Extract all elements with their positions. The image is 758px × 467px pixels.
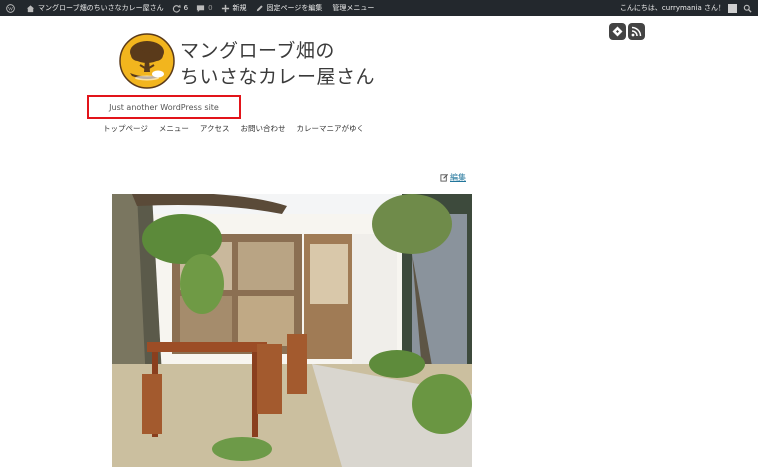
edit-page-menu[interactable]: 固定ページを編集	[255, 0, 323, 16]
tagline: Just another WordPress site	[87, 95, 241, 119]
updates-icon	[172, 4, 181, 13]
new-label: 新規	[232, 4, 247, 12]
new-content-menu[interactable]: 新規	[221, 0, 247, 16]
avatar[interactable]	[728, 3, 737, 13]
nav-item-blog[interactable]: カレーマニアがゆく	[296, 123, 364, 134]
site-title-line2: ちいさなカレー屋さん	[180, 66, 376, 88]
pencil-icon	[256, 4, 263, 11]
tagline-text: Just another WordPress site	[109, 102, 219, 112]
admin-bar-site-name: マングローブ畑のちいさなカレー屋さん	[38, 4, 164, 12]
nav-item-menu[interactable]: メニュー	[159, 123, 189, 134]
logo-tree-icon	[119, 33, 175, 89]
main-nav: トップページ メニュー アクセス お問い合わせ カレーマニアがゆく	[103, 123, 375, 134]
admin-bar: W マングローブ畑のちいさなカレー屋さん 6 0 新規 固定ページを編集 管理メ…	[0, 0, 758, 16]
edit-link-label: 編集	[450, 173, 466, 182]
site-name-menu[interactable]: マングローブ畑のちいさなカレー屋さん	[26, 0, 164, 16]
social-icons	[609, 23, 647, 40]
wp-logo-menu[interactable]: W	[6, 3, 18, 13]
nav-item-contact[interactable]: お問い合わせ	[240, 123, 285, 134]
site-title-line1: マングローブ畑の	[180, 40, 335, 62]
admin-menu-label: 管理メニュー	[332, 4, 375, 12]
feedly-icon[interactable]	[609, 23, 626, 40]
nav-item-access[interactable]: アクセス	[200, 123, 230, 134]
plus-icon	[221, 4, 229, 12]
comments-menu[interactable]: 0	[196, 0, 213, 16]
user-greeting[interactable]: こんにちは、currymania さん！	[620, 0, 725, 16]
edit-icon	[440, 173, 449, 182]
home-icon	[26, 4, 35, 12]
site-logo[interactable]	[118, 32, 176, 90]
site-title[interactable]: マングローブ畑の ちいさなカレー屋さん	[180, 38, 375, 90]
comment-icon	[196, 4, 205, 12]
featured-image	[112, 194, 472, 467]
admin-bar-right: こんにちは、currymania さん！	[620, 0, 758, 16]
edit-page-label: 固定ページを編集	[266, 4, 323, 12]
search-icon[interactable]	[743, 4, 752, 13]
updates-menu[interactable]: 6	[172, 0, 188, 16]
updates-count: 6	[183, 4, 189, 12]
edit-link[interactable]: 編集	[440, 172, 466, 183]
rss-icon[interactable]	[628, 23, 645, 40]
admin-menu[interactable]: 管理メニュー	[332, 0, 374, 16]
comments-count: 0	[208, 4, 213, 12]
nav-item-top[interactable]: トップページ	[103, 123, 148, 134]
wordpress-icon: W	[6, 3, 15, 13]
